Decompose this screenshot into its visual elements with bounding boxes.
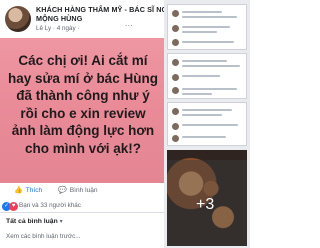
view-previous-comments[interactable]: Xem các bình luận trước... (6, 233, 81, 240)
like-label: Thích (25, 187, 43, 194)
post-image-text: Các chị ơi! Ai cắt mí hay sửa mí ở bác H… (8, 53, 158, 156)
comment-icon: 💬 (58, 187, 67, 194)
photo-thumbnail[interactable] (167, 4, 247, 50)
comment-filter-label: Tất cả bình luận (6, 218, 58, 225)
love-reaction-icon: ♥ (9, 202, 18, 211)
comment-label: Bình luận (69, 187, 98, 194)
comment-filter[interactable]: Tất cả bình luận ▾ (6, 218, 63, 225)
photo-thumbnail[interactable] (167, 53, 247, 99)
reaction-summary[interactable]: Bạn và 33 người khác (19, 202, 81, 209)
more-photos-count[interactable]: +3 (196, 196, 214, 214)
thumbs-up-icon: 👍 (14, 187, 23, 194)
post-meta: Lê Ly · 4 ngày · (36, 25, 80, 32)
comment-button[interactable]: 💬 Bình luận (58, 186, 98, 194)
avatar[interactable] (5, 6, 31, 32)
more-options-icon[interactable]: ... (125, 19, 133, 28)
divider (0, 212, 164, 213)
photo-thumbnail[interactable] (167, 102, 247, 146)
post-image[interactable]: Các chị ơi! Ai cắt mí hay sửa mí ở bác H… (0, 38, 164, 183)
like-button[interactable]: 👍 Thích (14, 186, 42, 194)
chevron-down-icon: ▾ (59, 219, 63, 225)
